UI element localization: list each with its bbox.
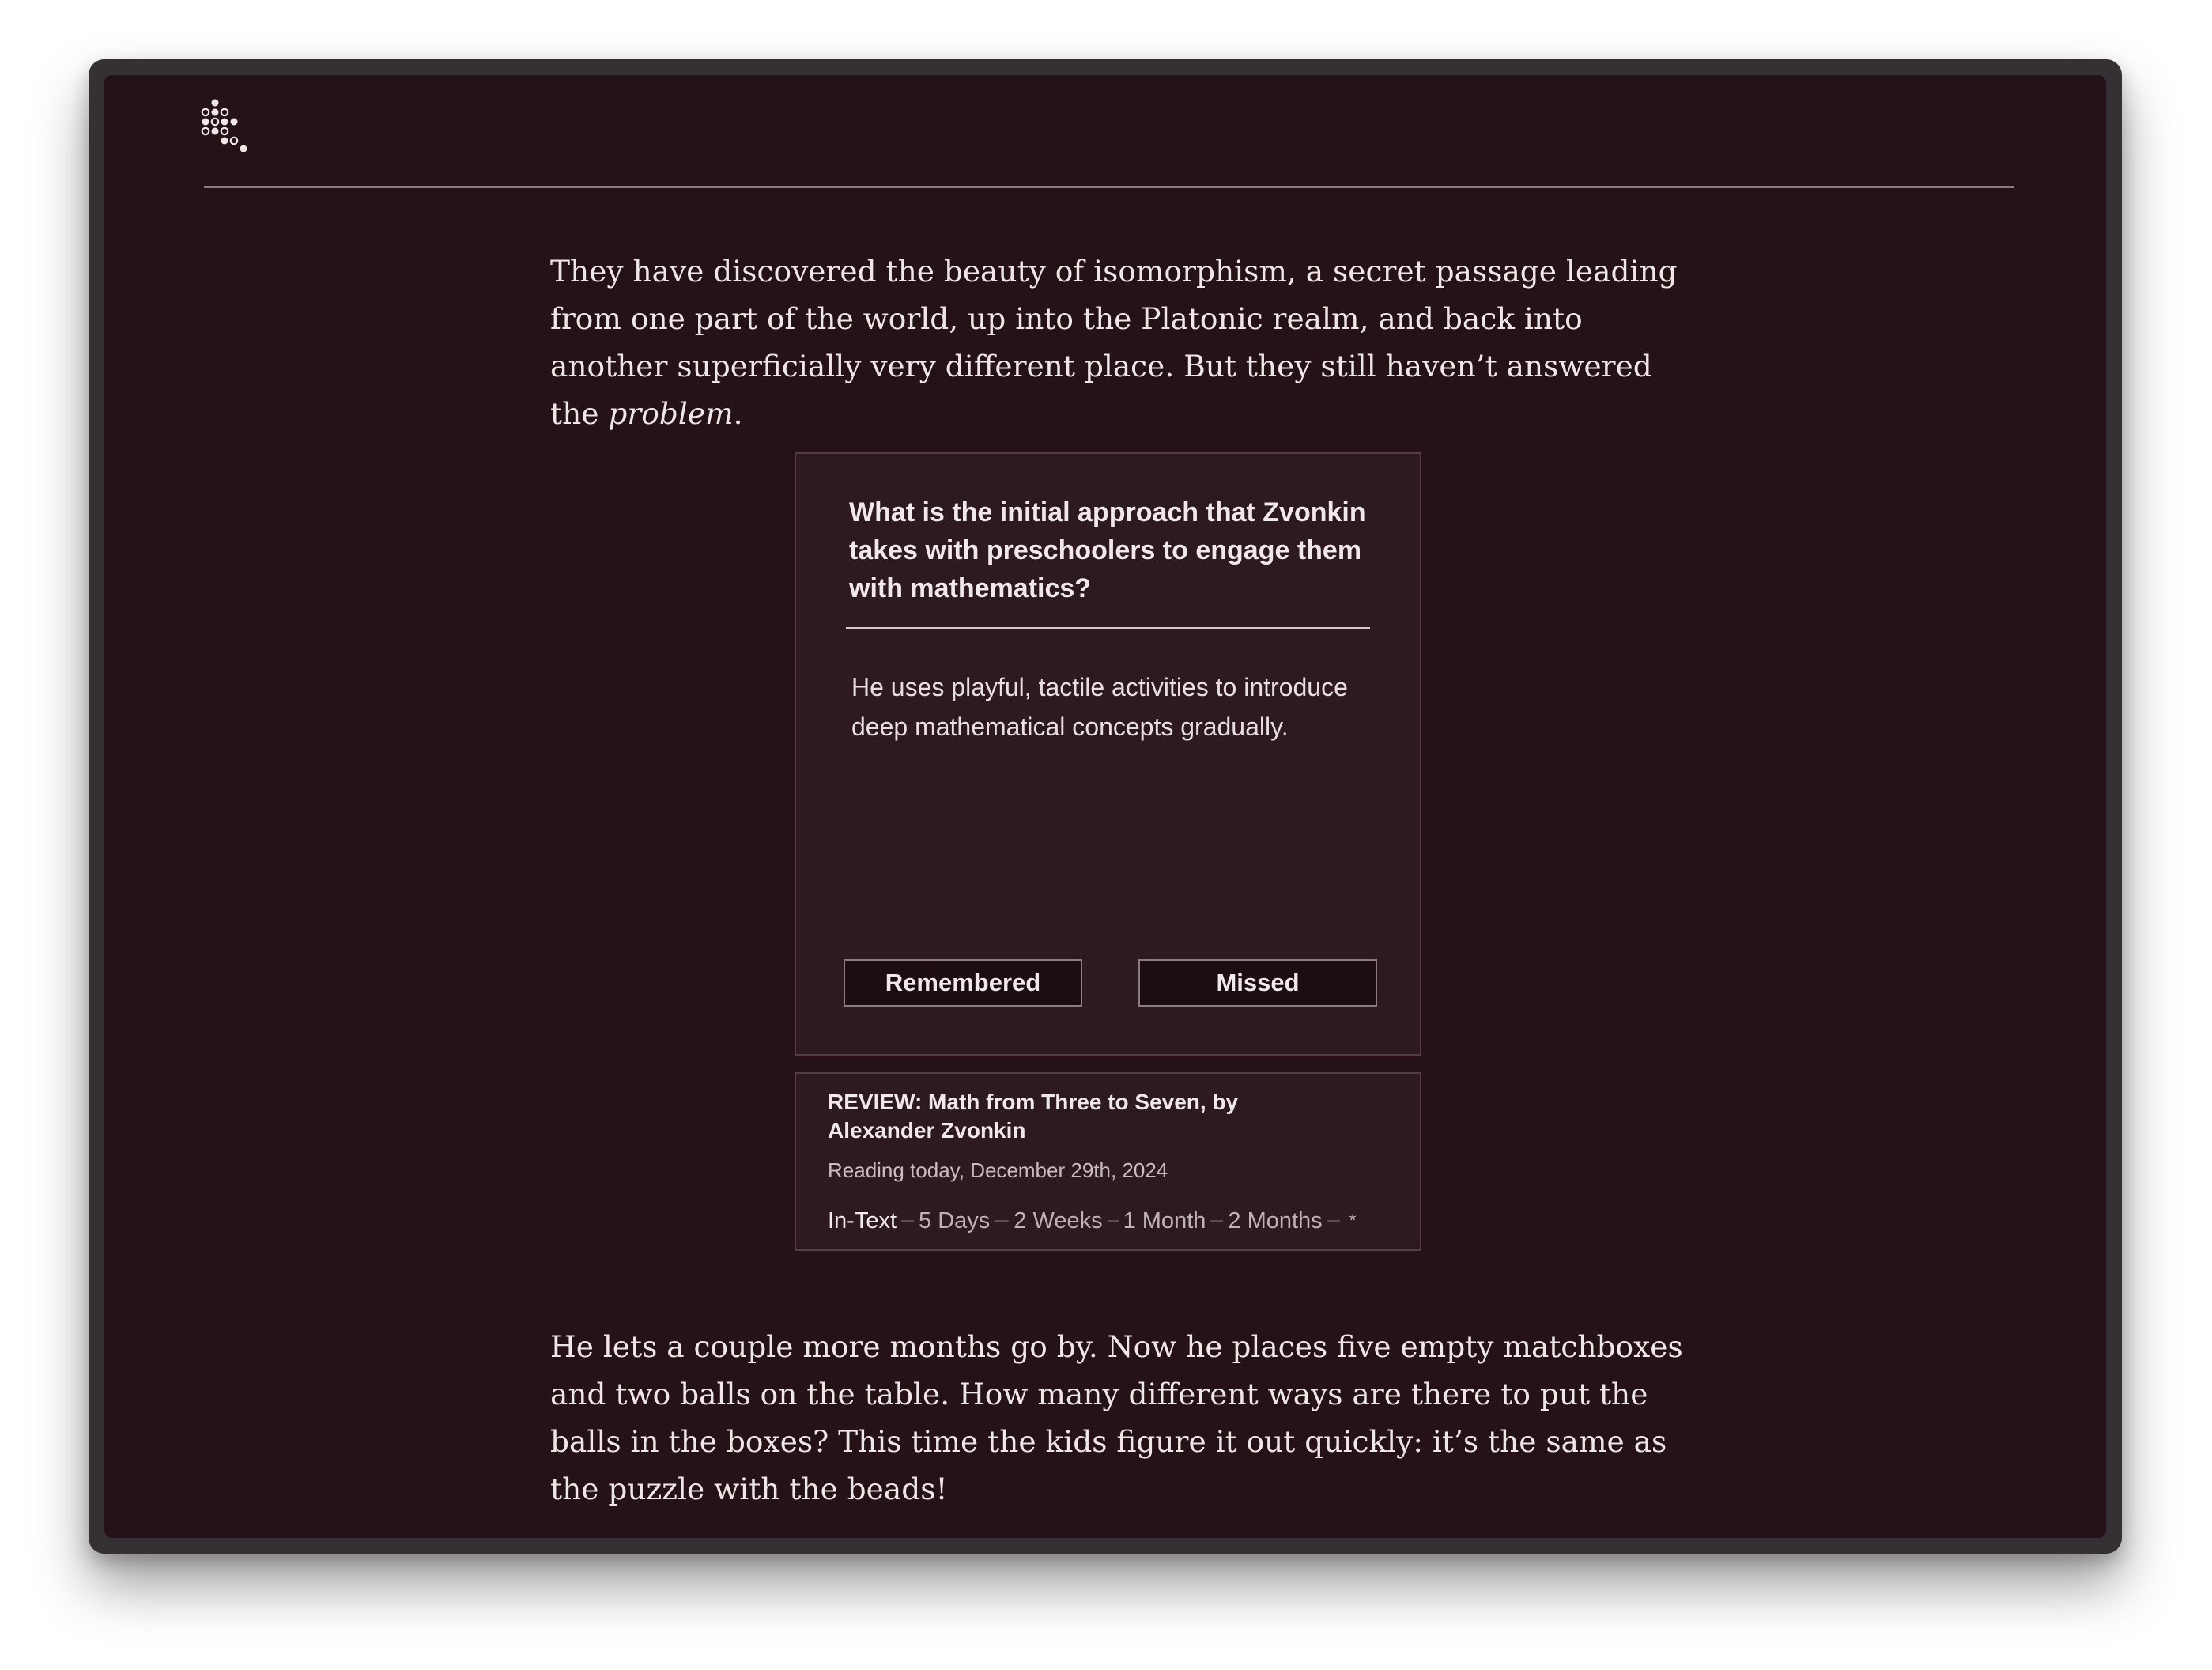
- schedule-end-star-icon: *: [1349, 1211, 1357, 1230]
- schedule-step-1-month: 1 Month: [1123, 1208, 1206, 1234]
- schedule-connector: [1210, 1220, 1224, 1222]
- schedule-step-5-days: 5 Days: [919, 1208, 991, 1234]
- source-date: Reading today, December 29th, 2024: [828, 1158, 1168, 1182]
- schedule-step-2-months: 2 Months: [1228, 1208, 1323, 1234]
- schedule-connector: [1327, 1220, 1340, 1222]
- logo-icon[interactable]: [199, 95, 255, 152]
- schedule-step-2-weeks: 2 Weeks: [1014, 1208, 1103, 1234]
- schedule-connector: [995, 1220, 1010, 1222]
- review-schedule: In-Text 5 Days 2 Weeks 1 Month 2 Months …: [828, 1205, 1356, 1237]
- schedule-step-in-text: In-Text: [828, 1208, 897, 1234]
- article-paragraph: They have discovered the beauty of isomo…: [550, 247, 1704, 437]
- remembered-button[interactable]: Remembered: [844, 959, 1082, 1007]
- reader-screen: They have discovered the beauty of isomo…: [104, 75, 2106, 1538]
- paragraph-emphasis: problem: [608, 396, 734, 431]
- card-divider: [846, 627, 1370, 629]
- card-question: What is the initial approach that Zvonki…: [849, 497, 1366, 603]
- schedule-connector: [1107, 1220, 1119, 1222]
- paragraph-text-end: .: [733, 396, 743, 431]
- source-title[interactable]: REVIEW: Math from Three to Seven, by Ale…: [828, 1088, 1334, 1145]
- schedule-connector: [901, 1220, 915, 1222]
- header-divider: [204, 186, 2014, 188]
- article-paragraph: He lets a couple more months go by. Now …: [550, 1329, 1683, 1506]
- card-answer: He uses playful, tactile activities to i…: [851, 673, 1348, 741]
- source-card: REVIEW: Math from Three to Seven, by Ale…: [795, 1072, 1421, 1251]
- review-card: What is the initial approach that Zvonki…: [795, 452, 1421, 1056]
- missed-button[interactable]: Missed: [1138, 959, 1377, 1007]
